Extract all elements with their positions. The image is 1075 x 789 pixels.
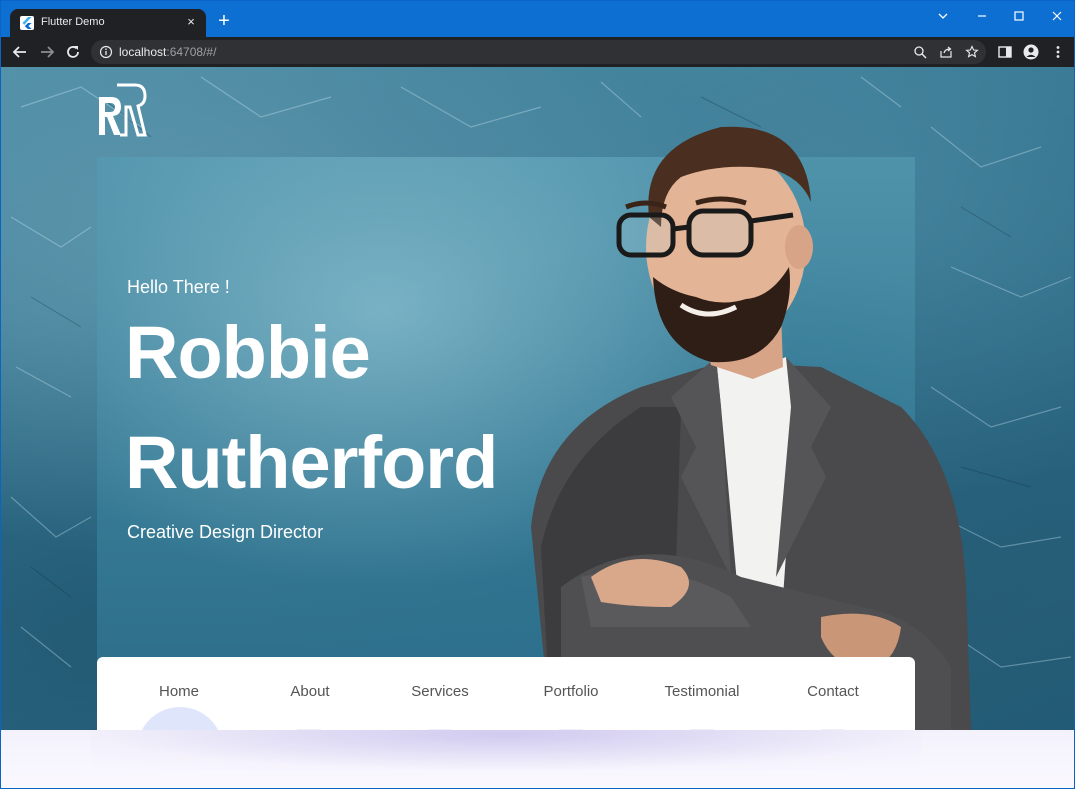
nav-item-about[interactable]: About [245,683,375,700]
forward-arrow-icon[interactable] [38,43,56,61]
nav-item-contact[interactable]: Contact [768,683,898,700]
minimize-icon[interactable] [967,7,997,25]
nav-shadow [91,730,921,770]
tab-title: Flutter Demo [41,16,105,28]
kebab-menu-icon[interactable] [1050,44,1066,60]
star-bookmark-icon[interactable] [965,45,979,59]
portrait-image [531,126,971,730]
new-tab-button[interactable]: + [215,11,233,31]
nav-item-home[interactable]: Home [114,683,244,700]
nav-item-testimonial[interactable]: Testimonial [637,683,767,700]
hero-role: Creative Design Director [127,522,324,542]
url-path: :64708/#/ [166,45,217,59]
reload-icon[interactable] [64,43,82,61]
info-icon[interactable] [99,45,113,59]
flutter-icon [20,16,34,30]
browser-toolbar: localhost:64708/#/ [1,37,1074,67]
logo-icon[interactable] [97,83,147,137]
close-tab-icon[interactable]: × [184,15,198,29]
hero-greeting: Hello There ! [127,277,230,297]
share-icon[interactable] [939,45,953,59]
profile-avatar-icon[interactable] [1023,44,1039,60]
nav-item-services[interactable]: Services [375,683,505,700]
browser-tab[interactable]: Flutter Demo × [10,9,206,37]
chevron-down-icon[interactable] [928,7,958,25]
url-text: localhost:64708/#/ [119,45,216,59]
page-content: Hello There ! Robbie Rutherford Creative… [1,67,1074,788]
hero-last-name: Rutherford [125,421,498,504]
hero-first-name: Robbie [125,311,371,394]
close-window-icon[interactable] [1042,7,1072,25]
browser-window: Flutter Demo × + localhost:64708/#/ Hell… [0,0,1075,789]
nav-item-portfolio[interactable]: Portfolio [506,683,636,700]
url-host: localhost [119,45,167,59]
side-panel-icon[interactable] [997,44,1013,60]
back-arrow-icon[interactable] [11,43,29,61]
maximize-icon[interactable] [1004,7,1034,25]
address-bar[interactable]: localhost:64708/#/ [91,40,986,64]
title-bar: Flutter Demo × + [1,1,1074,37]
zoom-icon[interactable] [913,45,927,59]
